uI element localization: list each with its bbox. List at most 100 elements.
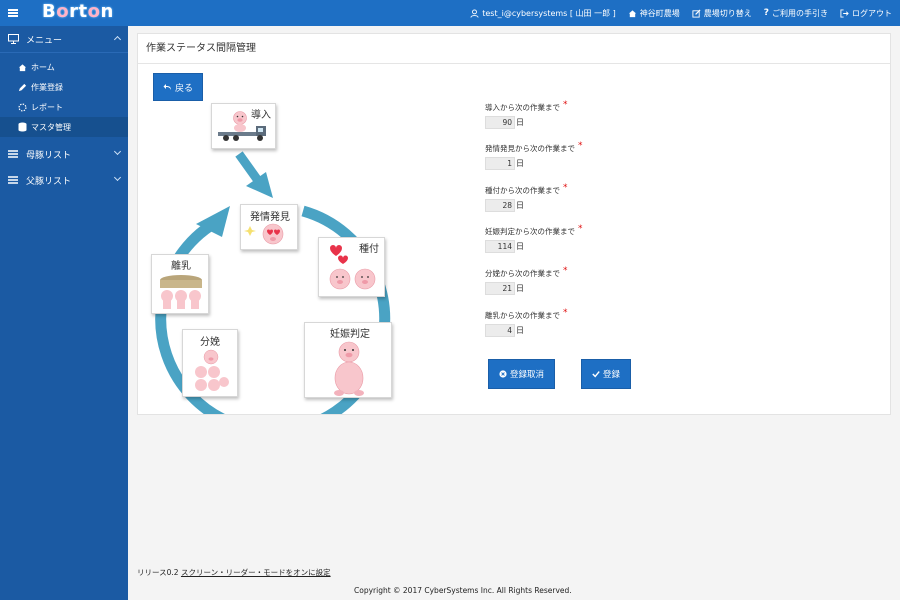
release-label: リリース0.2 (137, 568, 179, 577)
field-label: 離乳から次の作業まで (485, 311, 560, 320)
heat-interval-input[interactable] (485, 157, 515, 170)
sidebar-menu-label: メニュー (26, 35, 63, 46)
screen-reader-link[interactable]: スクリーン・リーダー・モードをオンに設定 (181, 568, 331, 577)
sidebar-father-list-label: 父豚リスト (26, 176, 72, 187)
day-unit: 日 (516, 284, 524, 293)
guide-link[interactable]: ? ご利用の手引き (764, 8, 828, 19)
user-account-link[interactable]: test_i@cybersystems [ 山田 一郎 ] (470, 8, 616, 19)
sidebar-item-work-register[interactable]: 作業登録 (0, 77, 128, 97)
register-button-label: 登録 (602, 370, 620, 380)
cycle-label-farrowing: 分娩 (200, 337, 220, 348)
logout-icon (840, 8, 849, 18)
footer-release: リリース0.2 スクリーン・リーダー・モードをオンに設定 (137, 567, 331, 578)
cancel-button-label: 登録取消 (509, 370, 544, 380)
field-label: 発情発見から次の作業まで (485, 144, 575, 153)
list-icon (8, 150, 20, 158)
times-circle-icon (499, 370, 507, 378)
chevron-down-icon (113, 35, 122, 44)
field-label: 導入から次の作業まで (485, 103, 560, 112)
menu-toggle-icon[interactable] (0, 0, 26, 26)
chevron-down-icon (113, 173, 122, 182)
weaning-interval-input[interactable] (485, 324, 515, 337)
farm-link[interactable]: 神谷町農場 (628, 8, 680, 19)
required-mark: * (563, 266, 568, 276)
pig-truck-icon (218, 111, 266, 141)
sidebar-item-master[interactable]: マスタ管理 (0, 117, 128, 137)
chevron-down-icon (113, 147, 122, 156)
required-mark: * (563, 183, 568, 193)
cancel-registration-button[interactable]: 登録取消 (488, 359, 555, 389)
back-arrow-icon (163, 84, 171, 90)
day-unit: 日 (516, 159, 524, 168)
check-icon (592, 371, 600, 378)
user-icon (470, 8, 479, 18)
guide-label: ご利用の手引き (772, 8, 828, 18)
copyright: Copyright © 2017 CyberSystems Inc. All R… (354, 586, 572, 595)
field-pregnancy-interval: 妊娠判定から次の作業まで* 日 (485, 224, 625, 253)
status-interval-panel: 作業ステータス間隔管理 戻る 導入 発情発見 種付 離乳 分娩 妊娠判定 導入か… (137, 33, 891, 415)
sidebar-item-label: ホーム (31, 62, 55, 72)
field-weaning-interval: 離乳から次の作業まで* 日 (485, 308, 625, 337)
pencil-icon (18, 83, 28, 92)
cycle-card-farrowing: 分娩 (182, 329, 238, 397)
sidebar-mother-list-label: 母豚リスト (26, 150, 72, 161)
sidebar-menu-toggle[interactable]: メニュー (0, 26, 128, 52)
field-label: 妊娠判定から次の作業まで (485, 227, 575, 236)
work-cycle-diagram: 導入 発情発見 種付 離乳 分娩 妊娠判定 (138, 94, 438, 414)
cycle-card-breeding: 種付 (318, 237, 385, 297)
field-label: 分娩から次の作業まで (485, 269, 560, 278)
farrowing-interval-input[interactable] (485, 282, 515, 295)
required-mark: * (563, 100, 568, 110)
logout-label: ログアウト (852, 8, 892, 18)
day-unit: 日 (516, 118, 524, 127)
field-farrowing-interval: 分娩から次の作業まで* 日 (485, 266, 625, 295)
field-intro-interval: 導入から次の作業まで* 日 (485, 100, 625, 129)
sidebar-item-report[interactable]: レポート (0, 97, 128, 117)
edit-icon (692, 8, 701, 18)
sidebar-item-label: レポート (31, 102, 63, 112)
field-heat-interval: 発情発見から次の作業まで* 日 (485, 141, 625, 170)
app-logo[interactable]: Borton (42, 1, 114, 22)
page-title: 作業ステータス間隔管理 (138, 34, 890, 64)
list-icon (8, 176, 20, 184)
pregnancy-interval-input[interactable] (485, 240, 515, 253)
back-button-label: 戻る (174, 83, 193, 94)
intro-interval-input[interactable] (485, 116, 515, 129)
pregnant-pig-icon (334, 341, 364, 396)
cycle-card-pregnancy: 妊娠判定 (304, 322, 392, 398)
farm-label: 神谷町農場 (639, 8, 680, 18)
breeding-interval-input[interactable] (485, 199, 515, 212)
switch-farm-link[interactable]: 農場切り替え (692, 8, 752, 19)
user-label: test_i@cybersystems [ 山田 一郎 ] (482, 8, 616, 18)
required-mark: * (578, 141, 583, 151)
home-icon (628, 9, 636, 17)
sidebar: メニュー ホーム 作業登録 レポート マスタ管理 母豚リスト 父豚リスト (0, 26, 128, 600)
top-navbar: Borton test_i@cybersystems [ 山田 一郎 ] 神谷町… (0, 0, 900, 26)
sidebar-item-label: マスタ管理 (31, 122, 71, 132)
register-button[interactable]: 登録 (581, 359, 631, 389)
field-label: 種付から次の作業まで (485, 186, 560, 195)
piglets-icon (195, 349, 229, 391)
pig-couple-icon (329, 245, 376, 290)
spinner-icon (18, 102, 28, 112)
day-unit: 日 (516, 326, 524, 335)
required-mark: * (578, 224, 583, 234)
sidebar-submenu: ホーム 作業登録 レポート マスタ管理 (0, 53, 128, 141)
required-mark: * (563, 308, 568, 318)
cycle-card-intro: 導入 (211, 103, 276, 149)
sidebar-mother-list[interactable]: 母豚リスト (0, 141, 128, 167)
piglets-feeding-icon (160, 275, 202, 309)
day-unit: 日 (516, 242, 524, 251)
switch-farm-label: 農場切り替え (703, 8, 752, 18)
sidebar-father-list[interactable]: 父豚リスト (0, 167, 128, 193)
pig-heart-eyes-icon (244, 223, 284, 245)
database-icon (18, 122, 28, 132)
home-icon (18, 63, 28, 72)
logout-link[interactable]: ログアウト (840, 8, 892, 19)
sidebar-item-home[interactable]: ホーム (0, 57, 128, 77)
day-unit: 日 (516, 201, 524, 210)
field-breeding-interval: 種付から次の作業まで* 日 (485, 183, 625, 212)
monitor-icon (8, 34, 20, 44)
cycle-card-weaning: 離乳 (151, 254, 209, 314)
question-icon: ? (763, 8, 769, 18)
